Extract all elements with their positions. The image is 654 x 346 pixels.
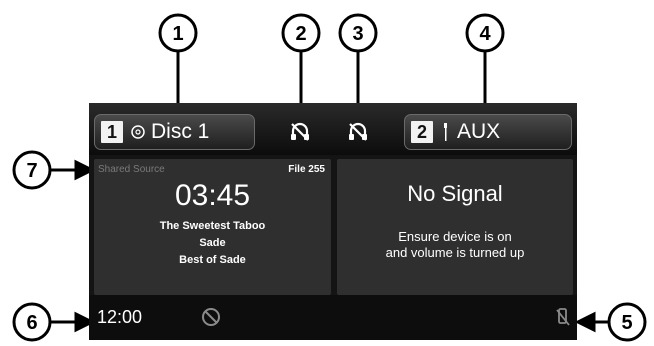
callout-1: 1 xyxy=(172,23,183,45)
callout-7: 7 xyxy=(26,160,37,182)
elapsed-time: 03:45 xyxy=(174,179,251,212)
callout-2: 2 xyxy=(295,23,306,45)
bluetooth-audio-off-icon-2 xyxy=(349,122,367,141)
source-1-tab[interactable]: 1 Disc 1 xyxy=(94,114,255,150)
top-bar: 1 Disc 1 2 AUX xyxy=(89,103,577,155)
signal-message-line2: and volume is turned up xyxy=(385,245,525,260)
source-1-number: 1 xyxy=(101,121,123,143)
phone-off-icon xyxy=(556,308,570,326)
artist-name: Sade xyxy=(199,237,226,249)
source-2-label: AUX xyxy=(457,120,501,143)
callout-5: 5 xyxy=(621,312,632,334)
track-title: The Sweetest Taboo xyxy=(159,220,266,232)
source-2-tab[interactable]: 2 AUX xyxy=(404,114,572,150)
album-name: Best of Sade xyxy=(179,254,246,266)
source-2-number: 2 xyxy=(411,121,433,143)
no-signal-title: No Signal xyxy=(407,181,503,206)
status-bar: 12:00 xyxy=(89,295,577,340)
file-number: File 255 xyxy=(288,164,325,175)
bluetooth-audio-off-icon xyxy=(291,122,309,141)
aux-panel[interactable]: No Signal Ensure device is on and volume… xyxy=(337,159,573,295)
shared-source-label: Shared Source xyxy=(98,164,165,175)
infotainment-screen: 1 Disc 1 2 AUX Shared Source File 255 03… xyxy=(89,103,577,340)
callout-3: 3 xyxy=(352,23,363,45)
aux-icon xyxy=(444,123,447,141)
callout-6: 6 xyxy=(26,312,37,334)
callout-4: 4 xyxy=(479,23,491,45)
clock: 12:00 xyxy=(97,307,143,327)
no-entry-icon xyxy=(202,308,220,326)
source-1-label: Disc 1 xyxy=(151,120,210,143)
signal-message-line1: Ensure device is on xyxy=(398,229,512,244)
now-playing-panel[interactable]: Shared Source File 255 03:45 The Sweetes… xyxy=(94,159,331,295)
disc-icon xyxy=(131,125,145,139)
